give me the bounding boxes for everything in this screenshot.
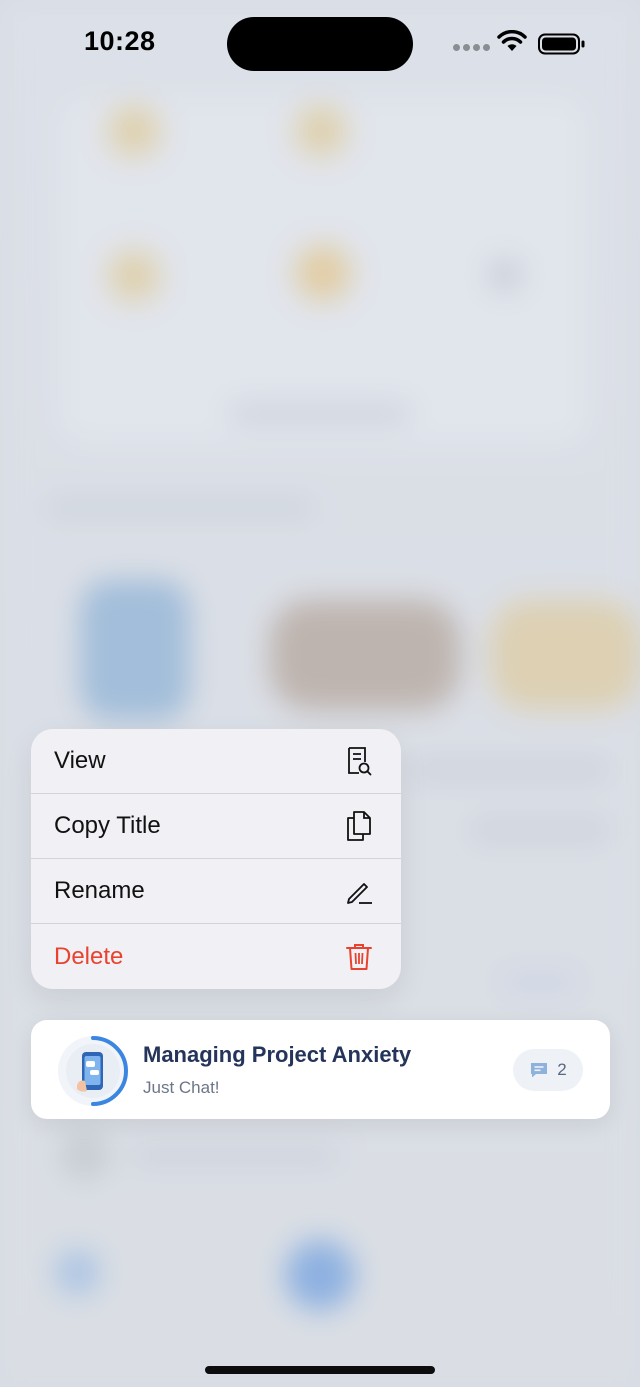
message-count-badge: 2 [513,1049,583,1091]
status-time: 10:28 [84,26,156,56]
chat-subtitle: Just Chat! [143,1078,220,1097]
chat-preview-card[interactable]: Managing Project Anxiety Just Chat! 2 [31,1020,610,1119]
message-count: 2 [557,1060,567,1079]
wifi-icon [497,30,527,51]
menu-item-label: Rename [54,877,145,904]
copy-icon [345,811,373,841]
chat-bubble-icon [531,1063,548,1078]
menu-item-label: View [54,747,106,774]
context-menu: View Copy Title Rename Delete [31,729,401,989]
dim-overlay [0,0,640,1387]
menu-item-delete[interactable]: Delete [31,924,401,989]
menu-item-rename[interactable]: Rename [31,859,401,924]
menu-item-view[interactable]: View [31,729,401,794]
dynamic-island [227,17,413,71]
trash-icon [345,942,373,972]
phone-assistant-avatar [58,1036,128,1106]
chat-title: Managing Project Anxiety [143,1042,412,1067]
home-indicator[interactable] [205,1366,435,1374]
battery-icon [538,33,585,55]
menu-item-label: Delete [54,942,124,970]
cellular-signal-icon [453,44,490,51]
pencil-icon [345,876,373,906]
menu-item-copy-title[interactable]: Copy Title [31,794,401,859]
document-search-icon [345,746,373,776]
menu-item-label: Copy Title [54,812,161,839]
